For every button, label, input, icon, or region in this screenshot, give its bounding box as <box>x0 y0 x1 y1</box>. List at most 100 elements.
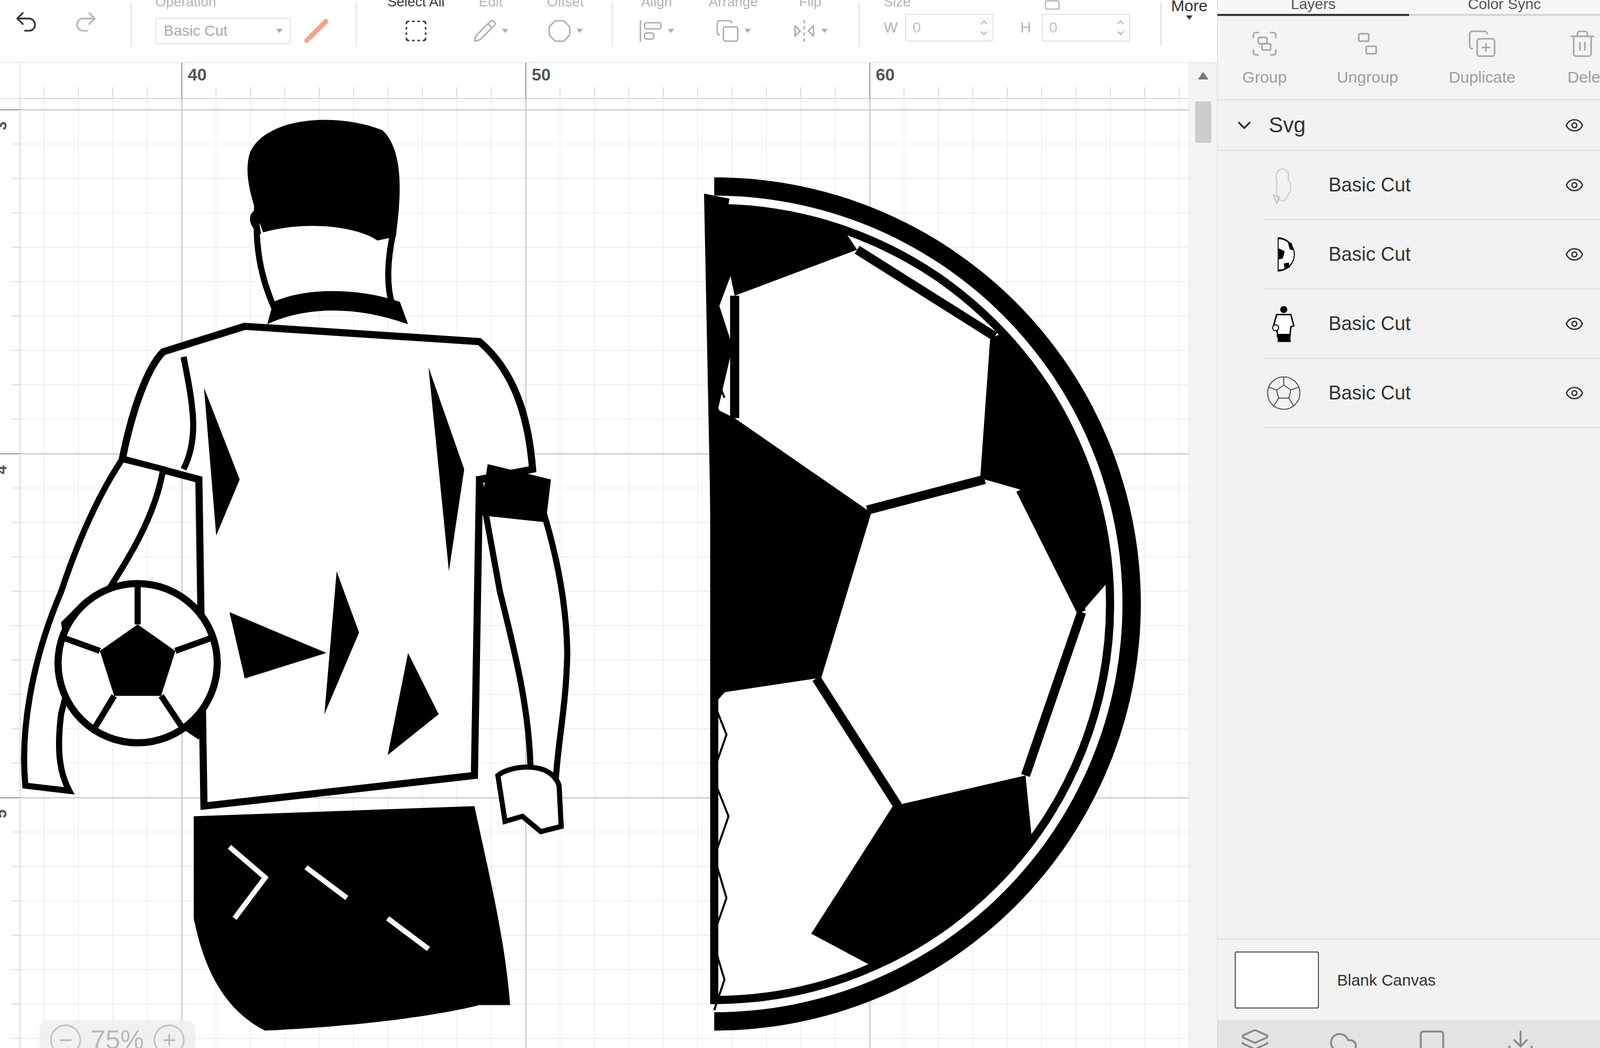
undo-button[interactable] <box>12 8 40 36</box>
align-tool[interactable]: Align <box>618 0 695 63</box>
lock-toggle[interactable] <box>1043 0 1062 13</box>
visibility-eye-icon[interactable] <box>1564 115 1584 135</box>
group-button[interactable]: Group <box>1217 28 1312 100</box>
panel-tab[interactable]: Layers <box>1217 0 1410 16</box>
redo-button[interactable] <box>72 8 100 36</box>
caret-icon <box>275 28 284 34</box>
blank-canvas-row[interactable]: Blank Canvas <box>1217 938 1600 1021</box>
ungroup-button[interactable]: Ungroup <box>1311 28 1424 100</box>
operation-dropdown[interactable]: Basic Cut <box>155 17 291 45</box>
half-soccer-ball-image[interactable] <box>704 177 1141 1031</box>
offset-tool[interactable]: Offset <box>528 0 603 63</box>
ball-outline-thumb-icon <box>1263 372 1304 414</box>
width-label: W <box>883 19 900 37</box>
align-icon <box>638 18 663 44</box>
caret-icon <box>820 28 829 34</box>
arrange-icon <box>715 18 740 44</box>
group-name: Svg <box>1268 113 1306 138</box>
offset-icon <box>547 18 572 44</box>
ruler-number: 4 <box>0 465 11 475</box>
pieces-thumb-icon <box>1263 164 1304 206</box>
flip-icon <box>792 18 817 44</box>
layer-row[interactable]: Basic Cut <box>1263 220 1600 290</box>
layer-name: Basic Cut <box>1328 173 1411 197</box>
caret-icon <box>744 28 752 34</box>
toolbar-divider <box>611 2 613 47</box>
layer-name: Basic Cut <box>1328 243 1411 266</box>
delete-icon <box>1567 28 1598 59</box>
ruler-number: 50 <box>531 65 551 85</box>
decrement-icon <box>978 27 990 39</box>
more-label: More <box>1171 0 1208 15</box>
caret-icon <box>1185 14 1194 21</box>
canvas-swatch[interactable] <box>1234 951 1319 1009</box>
tool-label: Select All <box>387 0 445 10</box>
tool-label: Offset <box>547 0 584 10</box>
size-group: SizeW0H0 <box>859 0 1161 63</box>
panel-tab[interactable]: Color Sync <box>1409 0 1600 16</box>
flip-tool[interactable]: Flip <box>771 0 849 63</box>
select-all-icon <box>403 18 429 44</box>
height-label: H <box>1020 19 1037 37</box>
pen-color-swatch[interactable] <box>301 17 332 45</box>
undo-icon <box>12 8 40 36</box>
expand-chevron-icon[interactable] <box>1233 114 1255 136</box>
panel-footer <box>1217 1020 1600 1048</box>
visibility-eye-icon[interactable] <box>1564 244 1584 264</box>
ruler-number: 5 <box>0 809 11 819</box>
cloud-icon[interactable] <box>1328 1027 1359 1048</box>
half-ball-thumb-icon <box>1263 234 1304 275</box>
action-label: Dele <box>1567 68 1600 87</box>
layer-row[interactable]: Basic Cut <box>1263 150 1600 221</box>
layer-row[interactable]: Basic Cut <box>1263 289 1600 359</box>
visibility-eye-icon[interactable] <box>1564 175 1584 195</box>
tool-label: Flip <box>798 0 822 10</box>
visibility-eye-icon[interactable] <box>1564 383 1584 403</box>
increment-icon <box>978 17 990 28</box>
tool-label: Edit <box>478 0 503 10</box>
canvas-area: 405060345−75%+ <box>0 62 1218 1048</box>
selection-group: Select All Edit Offset <box>356 0 612 63</box>
zoom-out-button[interactable]: − <box>50 1024 82 1048</box>
download-icon[interactable] <box>1505 1027 1536 1048</box>
layer-name: Basic Cut <box>1328 312 1411 335</box>
more-button[interactable]: More <box>1161 0 1218 63</box>
width-field[interactable]: 0 <box>905 13 994 42</box>
duplicate-icon <box>1467 28 1498 59</box>
soccer-player-image[interactable] <box>24 120 567 1031</box>
action-label: Group <box>1242 68 1287 87</box>
toolbar-divider <box>1160 2 1162 47</box>
arrange-group: AlignArrange Flip <box>612 0 859 63</box>
visibility-eye-icon[interactable] <box>1564 314 1584 334</box>
toolbar-divider <box>858 2 860 47</box>
left-ruler: 3 4 5 <box>0 98 21 1048</box>
zoom-control: −75%+ <box>39 1020 196 1048</box>
duplicate-button[interactable]: Duplicate <box>1423 28 1541 100</box>
layers-icon[interactable] <box>1240 1027 1270 1048</box>
zoom-in-button[interactable]: + <box>153 1024 185 1048</box>
shape-icon[interactable] <box>1417 1027 1447 1048</box>
ruler-number: 60 <box>875 65 895 85</box>
layer-group-row[interactable]: Svg <box>1217 100 1600 151</box>
caret-icon <box>576 28 584 34</box>
canvas-label: Blank Canvas <box>1337 971 1436 990</box>
height-field[interactable]: 0 <box>1041 13 1131 42</box>
vertical-scrollbar[interactable] <box>1188 62 1218 1048</box>
layer-row[interactable]: Basic Cut <box>1263 358 1600 429</box>
scroll-thumb[interactable] <box>1195 101 1212 143</box>
delete-button[interactable]: Dele <box>1540 28 1600 100</box>
ruler-number: 3 <box>0 121 11 131</box>
select-all-tool[interactable]: Select All <box>378 0 454 63</box>
edit-tool[interactable]: Edit <box>453 0 528 63</box>
action-label: Ungroup <box>1336 68 1398 87</box>
group-icon <box>1249 28 1280 59</box>
layer-actions: Group Ungroup Duplicate Dele <box>1217 16 1600 101</box>
workspace: OperationBasic CutSelect AllEditOffsetAl… <box>0 0 1218 1048</box>
design-canvas[interactable]: −75%+ <box>20 98 1189 1048</box>
design-artwork <box>20 98 1189 1048</box>
arrange-tool[interactable]: Arrange <box>694 0 772 63</box>
history-group <box>0 0 131 63</box>
toolbar-divider <box>355 2 357 47</box>
layers-panel: LayersColor Sync Group Ungroup Duplicate Del… <box>1217 0 1600 1048</box>
edit-toolbar: OperationBasic CutSelect AllEditOffsetAl… <box>0 0 1218 63</box>
